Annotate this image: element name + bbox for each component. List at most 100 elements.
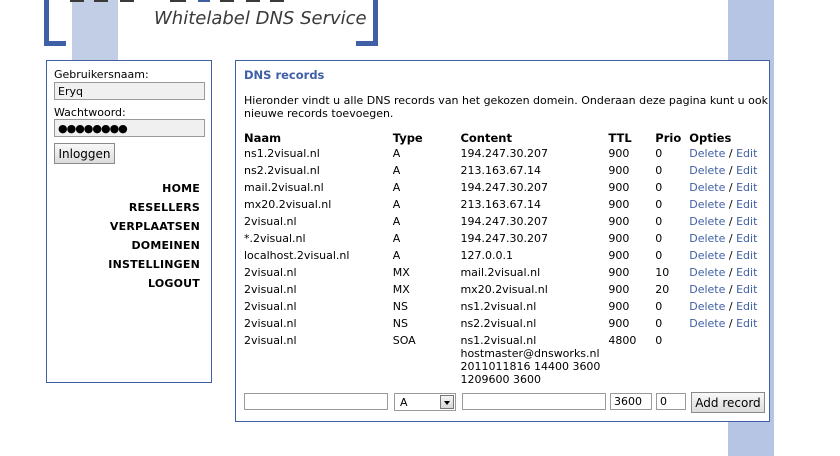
edit-link[interactable]: Edit (736, 164, 757, 177)
edit-link[interactable]: Edit (736, 300, 757, 313)
cell-naam: mail.2visual.nl (244, 181, 324, 194)
password-input[interactable] (54, 119, 205, 137)
edit-link[interactable]: Edit (736, 266, 757, 279)
cell-content: mx20.2visual.nl (460, 283, 548, 296)
delete-link[interactable]: Delete (689, 317, 725, 330)
delete-link[interactable]: Delete (689, 300, 725, 313)
username-input[interactable] (54, 82, 205, 100)
delete-link[interactable]: Delete (689, 147, 725, 160)
delete-link[interactable]: Delete (689, 249, 725, 262)
cell-prio: 10 (655, 266, 670, 279)
cell-ttl: 900 (608, 266, 630, 279)
cell-naam: localhost.2visual.nl (244, 249, 350, 262)
panel-title: DNS records (244, 68, 325, 82)
edit-link[interactable]: Edit (736, 215, 757, 228)
edit-link[interactable]: Edit (736, 317, 757, 330)
cell-ttl: 900 (608, 164, 630, 177)
table-row: ns1.2visual.nl A 194.247.30.207 900 0 Delete … (244, 147, 769, 164)
login-button[interactable]: Inloggen (54, 143, 115, 164)
logo-wordmark (70, 0, 360, 6)
cell-opties: Delete / Edit (689, 266, 769, 283)
edit-link[interactable]: Edit (736, 147, 757, 160)
header-content: Content (460, 131, 512, 145)
menu-item-instellingen[interactable]: INSTELLINGEN (108, 255, 200, 274)
new-type-select[interactable]: A (394, 393, 456, 411)
table-body: ns1.2visual.nl A 194.247.30.207 900 0 Delete … (244, 147, 769, 386)
cell-content: 213.163.67.14 (460, 198, 541, 211)
cell-type: A (392, 198, 401, 211)
new-content-input[interactable] (462, 393, 606, 410)
edit-link[interactable]: Edit (736, 181, 757, 194)
cell-naam: 2visual.nl (244, 266, 297, 279)
edit-link[interactable]: Edit (736, 198, 757, 211)
cell-opties: Delete / Edit (689, 249, 769, 266)
menu-item-logout[interactable]: LOGOUT (108, 274, 200, 293)
menu-item-verplaatsen[interactable]: VERPLAATSEN (108, 217, 200, 236)
cell-naam: ns2.2visual.nl (244, 164, 320, 177)
header-naam: Naam (244, 131, 282, 145)
delete-link[interactable]: Delete (689, 215, 725, 228)
new-ttl-input[interactable] (610, 393, 652, 410)
cell-type: MX (392, 266, 410, 279)
table-row: 2visual.nl NS ns2.2visual.nl 900 0 Delete / E… (244, 317, 769, 334)
add-record-button[interactable]: Add record (691, 392, 765, 413)
new-prio-input[interactable] (656, 393, 686, 410)
dns-records-table: Naam Type Content TTL Prio Opties ns1.2v… (244, 131, 769, 386)
table-row: *.2visual.nl A 194.247.30.207 900 0 Delete / … (244, 232, 769, 249)
option-separator: / (728, 181, 733, 194)
cell-content: 213.163.67.14 (460, 164, 541, 177)
dropdown-arrow-icon[interactable] (440, 395, 454, 409)
cell-content: ns1.2visual.nl (460, 300, 537, 313)
cell-ttl: 900 (608, 317, 630, 330)
delete-link[interactable]: Delete (689, 232, 725, 245)
cell-prio: 0 (655, 317, 663, 330)
cell-type: A (392, 215, 401, 228)
cell-ttl: 900 (608, 198, 630, 211)
soa-content-line: ns1.2visual.nl (460, 334, 537, 347)
menu-item-resellers[interactable]: RESELLERS (108, 198, 200, 217)
table-header-row: Naam Type Content TTL Prio Opties (244, 131, 769, 147)
delete-link[interactable]: Delete (689, 266, 725, 279)
header-prio: Prio (655, 131, 682, 145)
delete-link[interactable]: Delete (689, 164, 725, 177)
cell-naam: 2visual.nl (244, 215, 297, 228)
login-sidebar: Gebruikersnaam: Wachtwoord: Inloggen HOM… (46, 60, 212, 383)
menu-item-domeinen[interactable]: DOMEINEN (108, 236, 200, 255)
cell-content: 194.247.30.207 (460, 215, 548, 228)
cell-opties: Delete / Edit (689, 232, 769, 249)
delete-link[interactable]: Delete (689, 181, 725, 194)
delete-link[interactable]: Delete (689, 283, 725, 296)
cell-ttl: 900 (608, 283, 630, 296)
new-naam-input[interactable] (244, 393, 388, 410)
cell-opties: Delete / Edit (689, 215, 769, 232)
header-ttl: TTL (608, 131, 632, 145)
edit-link[interactable]: Edit (736, 249, 757, 262)
cell-opties: Delete / Edit (689, 164, 769, 181)
dns-records-panel: DNS records Hieronder vindt u alle DNS r… (235, 60, 770, 422)
cell-ttl: 900 (608, 249, 630, 262)
edit-link[interactable]: Edit (736, 232, 757, 245)
cell-opties: Delete / Edit (689, 283, 769, 300)
cell-naam: 2visual.nl (244, 300, 297, 313)
cell-opties: Delete / Edit (689, 317, 769, 334)
main-menu: HOME RESELLERS VERPLAATSEN DOMEINEN INST… (108, 179, 200, 293)
cell-naam: mx20.2visual.nl (244, 198, 332, 211)
cell-naam: 2visual.nl (244, 334, 297, 347)
cell-opties: Delete / Edit (689, 300, 769, 317)
cell-ttl: 4800 (608, 334, 637, 347)
edit-link[interactable]: Edit (736, 283, 757, 296)
table-row: mail.2visual.nl A 194.247.30.207 900 0 Delete… (244, 181, 769, 198)
logo-tagline: Whitelabel DNS Service (154, 8, 367, 29)
cell-content: ns2.2visual.nl (460, 317, 537, 330)
cell-prio: 0 (655, 300, 663, 313)
cell-prio: 0 (655, 198, 663, 211)
menu-item-home[interactable]: HOME (108, 179, 200, 198)
cell-opties: Delete / Edit (689, 181, 769, 198)
cell-naam: 2visual.nl (244, 317, 297, 330)
table-row: localhost.2visual.nl A 127.0.0.1 900 0 Delete… (244, 249, 769, 266)
option-separator: / (728, 164, 733, 177)
cell-prio: 0 (655, 147, 663, 160)
new-type-value: A (400, 396, 408, 409)
cell-naam: ns1.2visual.nl (244, 147, 320, 160)
delete-link[interactable]: Delete (689, 198, 725, 211)
